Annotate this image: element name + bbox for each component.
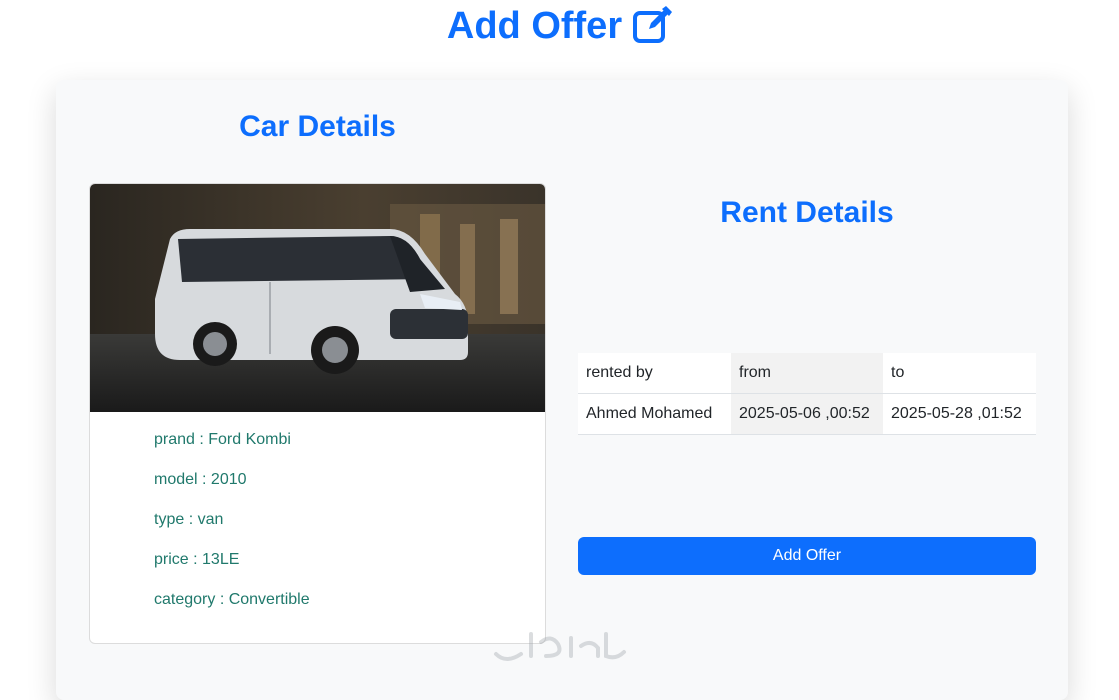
car-image — [90, 184, 545, 412]
car-details-heading: Car Details — [239, 110, 396, 143]
page-title: Add Offer — [0, 0, 1119, 52]
cell-rented-by: Ahmed Mohamed — [578, 393, 731, 435]
header-rented-by: rented by — [578, 353, 731, 394]
car-details-list: prand : Ford Kombi model : 2010 type : v… — [154, 430, 310, 630]
car-brand: prand : Ford Kombi — [154, 431, 291, 448]
header-from: from — [731, 353, 883, 394]
car-category: category : Convertible — [154, 591, 310, 608]
rent-details-heading: Rent Details — [720, 196, 894, 229]
cell-from: 2025-05-06 ,00:52 — [731, 393, 883, 435]
table-header-row: rented by from to — [578, 353, 1036, 394]
car-model: model : 2010 — [154, 471, 247, 488]
car-card: prand : Ford Kombi model : 2010 type : v… — [89, 183, 546, 644]
rent-table: rented by from to Ahmed Mohamed 2025-05-… — [578, 353, 1036, 435]
cell-to: 2025-05-28 ,01:52 — [883, 393, 1036, 435]
header-to: to — [883, 353, 1036, 394]
table-row: Ahmed Mohamed 2025-05-06 ,00:52 2025-05-… — [578, 393, 1036, 435]
page-title-text: Add Offer — [446, 4, 623, 47]
car-type: type : van — [154, 511, 224, 528]
add-offer-button[interactable]: Add Offer — [578, 537, 1036, 575]
watermark-logo — [494, 632, 626, 661]
edit-icon — [633, 6, 673, 43]
car-price: price : 13LE — [154, 551, 240, 568]
